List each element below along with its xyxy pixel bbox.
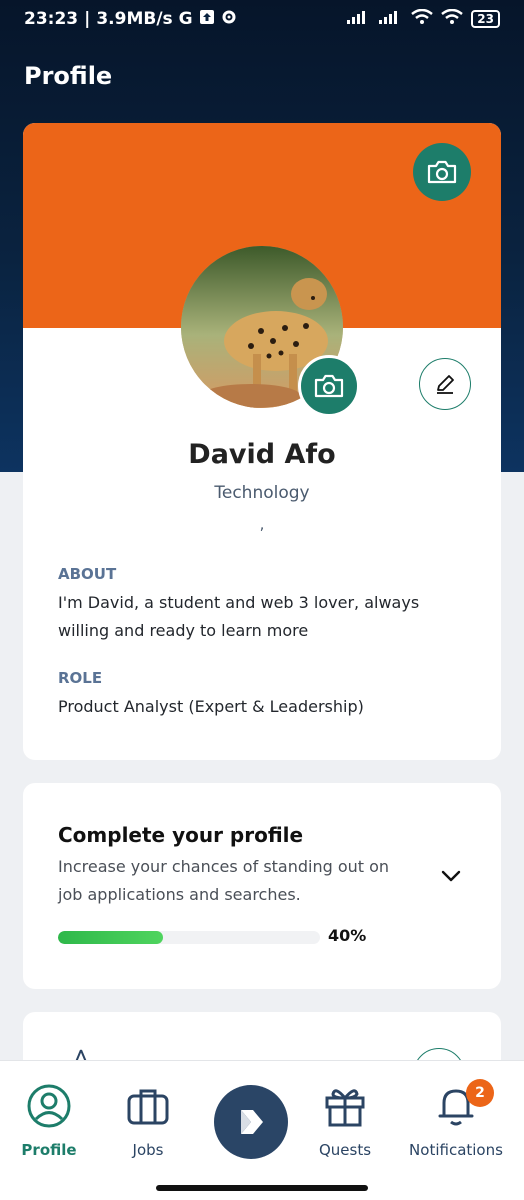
about-label: ABOUT bbox=[58, 565, 117, 583]
profile-name: David Afo bbox=[188, 439, 336, 470]
profile-progress-label: 40% bbox=[328, 926, 367, 945]
profile-card: David Afo Technology , ABOUT I'm David, … bbox=[23, 123, 501, 760]
notification-count-badge: 2 bbox=[466, 1079, 494, 1107]
settings-icon bbox=[221, 9, 237, 30]
nav-item-home[interactable] bbox=[214, 1085, 288, 1159]
wifi-icon bbox=[411, 8, 434, 30]
nav-item-profile[interactable]: Profile bbox=[20, 1081, 78, 1159]
complete-profile-card[interactable]: Complete your profile Increase your chan… bbox=[23, 783, 501, 989]
bottom-navigation: Profile Jobs Quests 2 Notifications bbox=[0, 1060, 524, 1178]
battery-indicator: 23 bbox=[471, 10, 500, 28]
signal-icon bbox=[347, 9, 371, 29]
profile-location: , bbox=[259, 515, 265, 533]
status-speed: 3.9MB/s bbox=[96, 9, 173, 29]
pencil-icon bbox=[437, 375, 454, 394]
edit-profile-button[interactable] bbox=[419, 358, 471, 410]
role-label: ROLE bbox=[58, 669, 103, 687]
change-cover-button[interactable] bbox=[413, 143, 471, 201]
role-text: Product Analyst (Expert & Leadership) bbox=[58, 697, 364, 716]
change-avatar-button[interactable] bbox=[298, 355, 360, 417]
profile-progress-fill bbox=[58, 931, 163, 944]
complete-profile-title: Complete your profile bbox=[58, 823, 304, 847]
profile-industry: Technology bbox=[214, 483, 310, 503]
nav-item-notifications[interactable]: 2 Notifications bbox=[406, 1079, 506, 1159]
chevron-down-icon[interactable] bbox=[439, 868, 463, 888]
briefcase-icon bbox=[118, 1081, 178, 1131]
signal-icon bbox=[379, 9, 403, 29]
wifi-icon bbox=[441, 8, 464, 30]
nav-item-jobs[interactable]: Jobs bbox=[118, 1081, 178, 1159]
camera-icon bbox=[427, 160, 457, 184]
about-text: I'm David, a student and web 3 lover, al… bbox=[58, 593, 420, 640]
status-bar: 23:23 | 3.9MB/s G 23 bbox=[0, 0, 524, 38]
app-logo-icon bbox=[241, 1110, 263, 1134]
profile-progress-bar bbox=[58, 931, 320, 944]
camera-icon bbox=[314, 374, 344, 398]
bell-icon: 2 bbox=[406, 1079, 506, 1131]
gift-icon bbox=[316, 1081, 374, 1131]
home-indicator[interactable] bbox=[156, 1185, 368, 1191]
status-time: 23:23 bbox=[24, 9, 79, 29]
nav-item-quests[interactable]: Quests bbox=[316, 1081, 374, 1159]
complete-profile-description: Increase your chances of standing out on… bbox=[58, 857, 390, 904]
user-circle-icon bbox=[20, 1081, 78, 1131]
google-icon: G bbox=[178, 9, 193, 29]
page-title: Profile bbox=[24, 62, 113, 90]
upload-icon bbox=[199, 9, 215, 30]
